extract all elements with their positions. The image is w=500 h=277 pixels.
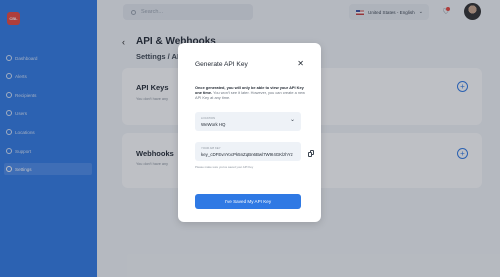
location-label: LOCATION bbox=[201, 116, 216, 120]
close-icon[interactable]: ✕ bbox=[297, 59, 304, 68]
api-key-value: key_cDFEvnYocPk5nZqBn6Bwl7W9I4GKlzhYz bbox=[201, 152, 293, 157]
api-key-field[interactable]: YOUR API KEY key_cDFEvnYocPk5nZqBn6Bwl7W… bbox=[195, 142, 301, 161]
generate-api-key-modal: Generate API Key ✕ Once generated, you w… bbox=[178, 43, 321, 222]
saved-api-key-button[interactable]: I've Saved My API Key bbox=[195, 194, 301, 209]
modal-title: Generate API Key bbox=[195, 61, 248, 68]
chevron-down-icon: ⌄ bbox=[289, 117, 295, 123]
api-key-hint: Please make sure you've saved your API K… bbox=[195, 165, 254, 169]
location-value: WeWork HQ bbox=[201, 122, 226, 127]
modal-description-rest: You won't see it later. However, you can… bbox=[195, 90, 305, 101]
copy-icon[interactable] bbox=[308, 150, 314, 157]
api-key-label: YOUR API KEY bbox=[201, 146, 221, 150]
location-select[interactable]: LOCATION WeWork HQ ⌄ bbox=[195, 112, 301, 131]
modal-description: Once generated, you will only be able to… bbox=[195, 85, 307, 101]
